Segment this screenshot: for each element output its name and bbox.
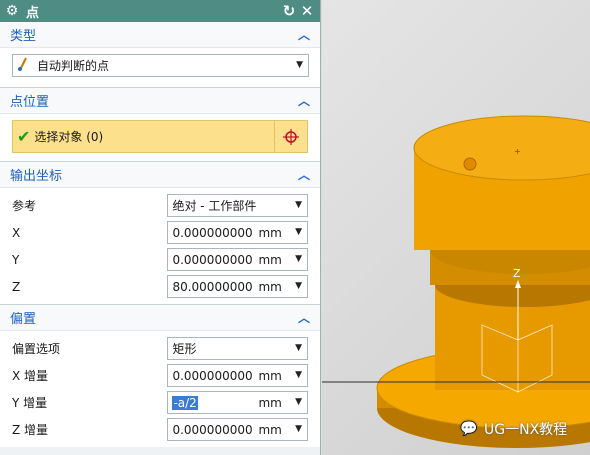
select-object-label: 选择对象 (0) <box>34 130 104 144</box>
output-coords-section: 输出坐标 ︿ 参考 绝对 - 工作部件 ▼ X 0.000000000 mm ▼ <box>0 162 320 305</box>
unit-label: mm <box>258 252 282 267</box>
coord-z-value: 80.00000000 <box>172 279 253 294</box>
offset-x-input[interactable]: 0.000000000 mm ▼ <box>167 364 308 387</box>
close-icon[interactable]: ✕ <box>298 2 316 20</box>
watermark: 💬 UG一NX教程 <box>460 418 590 440</box>
reference-row: 参考 绝对 - 工作部件 ▼ <box>0 192 320 219</box>
offset-x-row: X 增量 0.000000000 mm ▼ <box>0 362 320 389</box>
point-type-value: 自动判断的点 <box>37 59 110 73</box>
coord-y-label: Y <box>12 252 20 267</box>
point-location-section: 点位置 ︿ ✔ 选择对象 (0) <box>0 88 320 162</box>
offset-z-row: Z 增量 0.000000000 mm ▼ <box>0 416 320 443</box>
dropdown-arrow-icon[interactable]: ▼ <box>295 424 302 434</box>
wechat-icon: 💬 <box>460 421 478 437</box>
collapse-chevron-icon[interactable]: ︿ <box>298 26 310 43</box>
collapse-chevron-icon[interactable]: ︿ <box>298 166 310 183</box>
type-section: 类型 ︿ 自动判断的点 ▼ <box>0 22 320 88</box>
type-section-header[interactable]: 类型 ︿ <box>0 22 320 48</box>
dropdown-arrow-icon[interactable]: ▼ <box>295 397 302 407</box>
offset-y-label: Y 增量 <box>12 396 48 410</box>
offset-y-row: Y 增量 -a/2 mm ▼ <box>0 389 320 416</box>
coord-y-input[interactable]: 0.000000000 mm ▼ <box>167 248 308 271</box>
point-dialog: ⚙ 点 ↻ ✕ 类型 ︿ 自动判断的点 ▼ 点位置 ︿ ✔ 选择对象 (0) 输… <box>0 0 321 455</box>
dialog-titlebar: ⚙ 点 ↻ ✕ <box>0 0 320 22</box>
collapse-chevron-icon[interactable]: ︿ <box>298 92 310 109</box>
offset-option-row: 偏置选项 矩形 ▼ <box>0 335 320 362</box>
coord-x-input[interactable]: 0.000000000 mm ▼ <box>167 221 308 244</box>
gear-icon[interactable]: ⚙ <box>4 3 20 19</box>
coord-x-value: 0.000000000 <box>172 225 253 240</box>
offset-option-select[interactable]: 矩形 ▼ <box>167 337 308 360</box>
offset-y-value: -a/2 <box>172 395 254 410</box>
watermark-text: UG一NX教程 <box>484 422 568 438</box>
section-title: 输出坐标 <box>10 169 63 184</box>
coord-x-label: X <box>12 225 21 240</box>
dropdown-arrow-icon[interactable]: ▼ <box>295 254 302 264</box>
unit-label: mm <box>258 422 282 437</box>
coord-x-row: X 0.000000000 mm ▼ <box>0 219 320 246</box>
reference-label: 参考 <box>12 199 37 213</box>
offset-y-input[interactable]: -a/2 mm ▼ <box>167 391 308 414</box>
reset-icon[interactable]: ↻ <box>280 2 298 20</box>
graphics-viewport[interactable]: + Z <box>322 0 590 455</box>
coord-y-row: Y 0.000000000 mm ▼ <box>0 246 320 273</box>
coord-z-row: Z 80.00000000 mm ▼ <box>0 273 320 300</box>
dropdown-arrow-icon: ▼ <box>296 60 303 70</box>
unit-label: mm <box>258 395 282 410</box>
unit-label: mm <box>258 368 282 383</box>
svg-text:+: + <box>514 147 521 156</box>
model-view: + <box>322 115 590 448</box>
checkmark-icon: ✔ <box>17 127 31 146</box>
reference-value: 绝对 - 工作部件 <box>172 199 257 213</box>
crosshair-icon <box>283 128 300 145</box>
coord-z-label: Z <box>12 279 21 294</box>
coord-z-input[interactable]: 80.00000000 mm ▼ <box>167 275 308 298</box>
point-constructor-button[interactable] <box>275 120 308 153</box>
collapse-chevron-icon[interactable]: ︿ <box>298 309 310 326</box>
offset-option-label: 偏置选项 <box>12 342 61 356</box>
dropdown-arrow-icon: ▼ <box>295 200 302 210</box>
dropdown-arrow-icon[interactable]: ▼ <box>295 227 302 237</box>
point-type-select[interactable]: 自动判断的点 ▼ <box>12 54 309 77</box>
z-axis-label: Z <box>513 267 521 280</box>
section-title: 点位置 <box>10 95 50 110</box>
output-coords-header[interactable]: 输出坐标 ︿ <box>0 162 320 188</box>
offset-section: 偏置 ︿ 偏置选项 矩形 ▼ X 增量 0.000000000 mm ▼ Y 增… <box>0 305 320 447</box>
offset-x-label: X 增量 <box>12 369 49 383</box>
offset-option-value: 矩形 <box>172 342 197 356</box>
section-title: 偏置 <box>10 312 37 327</box>
offset-z-value: 0.000000000 <box>172 422 253 437</box>
inferred-point-icon <box>17 57 31 74</box>
dropdown-arrow-icon: ▼ <box>295 343 302 353</box>
dialog-title: 点 <box>26 5 40 21</box>
dropdown-arrow-icon[interactable]: ▼ <box>295 281 302 291</box>
reference-select[interactable]: 绝对 - 工作部件 ▼ <box>167 194 308 217</box>
offset-x-value: 0.000000000 <box>172 368 253 383</box>
coord-y-value: 0.000000000 <box>172 252 253 267</box>
section-title: 类型 <box>10 29 37 44</box>
select-object-row[interactable]: ✔ 选择对象 (0) <box>12 120 276 153</box>
unit-label: mm <box>258 225 282 240</box>
offset-z-label: Z 增量 <box>12 423 49 437</box>
selected-text: -a/2 <box>172 395 198 410</box>
point-location-header[interactable]: 点位置 ︿ <box>0 88 320 114</box>
offset-header[interactable]: 偏置 ︿ <box>0 305 320 331</box>
offset-z-input[interactable]: 0.000000000 mm ▼ <box>167 418 308 441</box>
dropdown-arrow-icon[interactable]: ▼ <box>295 370 302 380</box>
unit-label: mm <box>258 279 282 294</box>
